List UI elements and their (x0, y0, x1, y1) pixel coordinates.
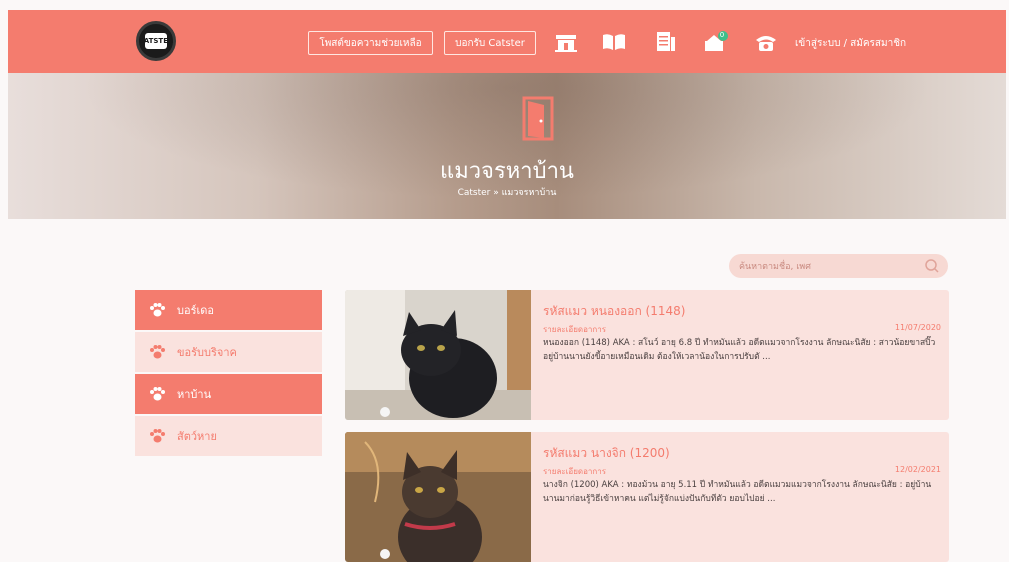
search-box[interactable] (729, 254, 948, 278)
sidebar-item-label: สัตว์หาย (177, 430, 217, 443)
cat-listing-card[interactable]: รหัสแมว นางจิก (1200) รายละเอียดอาการ 12… (345, 432, 949, 562)
phone-icon[interactable] (753, 29, 779, 55)
hero-banner: แมวจรหาบ้าน Catster » แมวจรหาบ้าน (8, 73, 1006, 219)
notification-count: 0 (719, 31, 725, 39)
cat-description: นางจิก (1200) AKA : ทองม้วน อายุ 5.11 ปี… (543, 480, 932, 504)
sidebar-item-label: บอร์เดอ (177, 304, 215, 317)
catster-logo[interactable]: CATSTER (136, 21, 176, 61)
detail-label: รายละเอียดอาการ (543, 467, 607, 476)
sidebar-item-label: หาบ้าน (177, 388, 212, 401)
paw-icon (150, 303, 165, 317)
book-icon[interactable] (601, 29, 627, 55)
cat-name-title[interactable]: รหัสแมว หนองออก (1148) (543, 302, 685, 321)
sidebar-item-blog[interactable]: บอร์เดอ (135, 290, 322, 330)
detail-label: รายละเอียดอาการ (543, 325, 607, 334)
post-help-button[interactable]: โพสต์ขอความช่วยเหลือ (308, 31, 433, 55)
post-date: 11/07/2020 (894, 323, 941, 332)
cat-listing-card[interactable]: รหัสแมว หนองออก (1148) รายละเอียดอาการ 1… (345, 290, 949, 420)
paw-icon (150, 387, 165, 401)
category-sidebar: บอร์เดอ ขอรับบริจาค หาบ้าน สัตว์หาย (135, 290, 322, 458)
sidebar-item-find-home[interactable]: หาบ้าน (135, 374, 322, 414)
cat-photo-tortoiseshell[interactable] (345, 432, 531, 562)
cat-name-title[interactable]: รหัสแมว นางจิก (1200) (543, 444, 670, 463)
sidebar-item-label: ขอรับบริจาค (177, 346, 237, 359)
page-title: แมวจรหาบ้าน (440, 159, 574, 184)
search-icon[interactable] (924, 258, 940, 274)
breadcrumb[interactable]: Catster » แมวจรหาบ้าน (8, 185, 1006, 199)
paw-icon (150, 429, 165, 443)
paw-icon (150, 345, 165, 359)
cat-description: หนองออก (1148) AKA : สโนว์ อายุ 6.8 ปี ท… (543, 338, 936, 362)
post-date: 12/02/2021 (894, 465, 941, 474)
door-icon (522, 96, 554, 141)
login-register-link[interactable]: เข้าสู่ระบบ / สมัครสมาชิก (795, 36, 906, 51)
logo-text: CATSTER (139, 33, 173, 49)
sidebar-item-lost-pets[interactable]: สัตว์หาย (135, 416, 322, 456)
subscribe-catster-button[interactable]: บอกรับ Catster (444, 31, 536, 55)
document-icon[interactable] (653, 29, 679, 55)
cat-photo-black[interactable] (345, 290, 531, 420)
sidebar-item-donation[interactable]: ขอรับบริจาค (135, 332, 322, 372)
search-input[interactable] (737, 257, 921, 277)
house-icon[interactable] (553, 29, 579, 55)
